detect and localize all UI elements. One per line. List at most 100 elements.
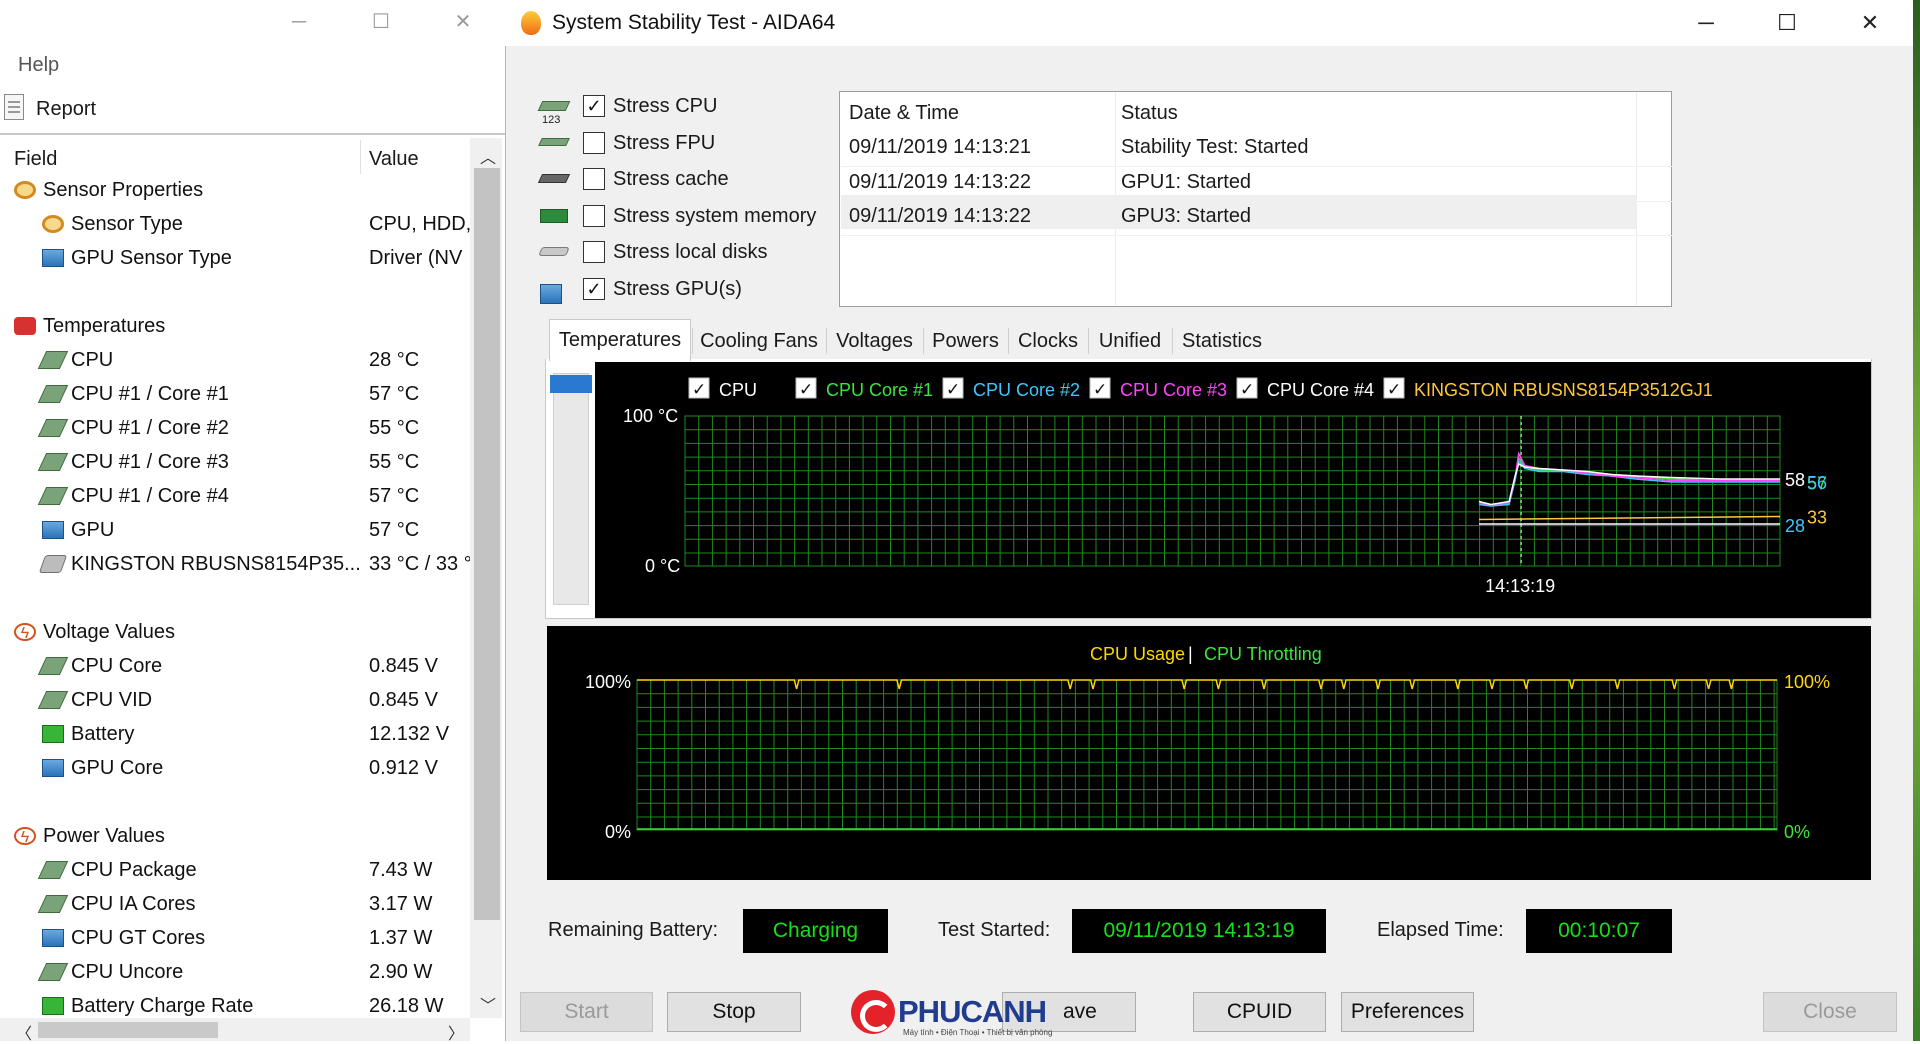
legend-item[interactable]: ✓ CPU Core #3 — [1089, 377, 1227, 400]
sensor-row[interactable]: CPU 28 °C — [0, 343, 470, 377]
sensor-group[interactable]: ϟ Power Values — [0, 819, 470, 853]
sensor-value: 7.43 W — [369, 859, 433, 881]
sensor-row[interactable]: CPU #1 / Core #2 55 °C — [0, 411, 470, 445]
column-header-value[interactable]: Value — [369, 142, 419, 176]
tab-voltages[interactable]: Voltages — [826, 323, 923, 359]
close-button[interactable]: Close — [1763, 992, 1897, 1032]
stress-checkbox[interactable] — [583, 204, 605, 227]
sensor-row[interactable]: CPU #1 / Core #3 55 °C — [0, 445, 470, 479]
legend-item[interactable]: ✓ KINGSTON RBUSNS8154P3512GJ1 — [1383, 377, 1713, 400]
sensor-row[interactable]: CPU GT Cores 1.37 W — [0, 921, 470, 955]
maximize-icon[interactable]: ☐ — [356, 6, 406, 38]
tab-unified[interactable]: Unified — [1088, 323, 1172, 359]
log-status[interactable]: GPU1: Started — [1121, 171, 1251, 194]
stress-checkbox[interactable] — [583, 131, 605, 154]
stress-checkbox[interactable] — [583, 168, 605, 190]
sensor-row[interactable]: CPU VID 0.845 V — [0, 683, 470, 717]
sensor-value: Driver (NV — [369, 247, 463, 269]
legend-item[interactable]: ✓ CPU Core #1 — [795, 377, 933, 400]
log-date[interactable]: 09/11/2019 14:13:22 — [849, 171, 1031, 194]
sensor-row[interactable]: CPU IA Cores 3.17 W — [0, 887, 470, 921]
preferences-button[interactable]: Preferences — [1341, 992, 1474, 1032]
sensor-group[interactable]: Sensor Properties — [0, 173, 470, 207]
graph-slider-thumb[interactable] — [550, 375, 592, 393]
sensor-row[interactable]: Battery 12.132 V — [0, 717, 470, 751]
sensor-row[interactable]: Sensor Type CPU, HDD, — [0, 207, 472, 241]
legend-item[interactable]: ✓ CPU — [688, 377, 757, 400]
log-status[interactable]: Stability Test: Started — [1121, 136, 1309, 159]
tab-clocks[interactable]: Clocks — [1008, 323, 1088, 359]
hscrollbar-thumb[interactable] — [38, 1022, 218, 1038]
log-date[interactable]: 09/11/2019 14:13:21 — [849, 136, 1031, 159]
column-divider — [360, 140, 361, 174]
log-date[interactable]: 09/11/2019 14:13:22 — [849, 205, 1031, 228]
minimize-icon[interactable]: ─ — [1678, 6, 1734, 40]
gpu-icon — [42, 249, 64, 267]
sensor-row[interactable]: CPU Uncore 2.90 W — [0, 955, 470, 989]
scroll-up-icon[interactable]: ︿ — [480, 144, 496, 168]
disk-icon — [38, 555, 68, 573]
close-icon[interactable]: ✕ — [1842, 6, 1898, 40]
close-icon[interactable]: ✕ — [438, 6, 488, 38]
sensor-label: CPU IA Cores — [71, 893, 196, 915]
maximize-icon[interactable]: ☐ — [1759, 6, 1815, 40]
chip-icon — [37, 453, 69, 471]
scrollbar-thumb[interactable] — [474, 168, 500, 920]
sensor-row[interactable]: GPU Core 0.912 V — [0, 751, 470, 785]
sensor-group[interactable]: Temperatures — [0, 309, 470, 343]
chip-icon — [37, 861, 69, 879]
sensor-group[interactable]: ϟ Voltage Values — [0, 615, 470, 649]
cpuid-button[interactable]: CPUID — [1193, 992, 1326, 1032]
tab-cooling-fans[interactable]: Cooling Fans — [692, 323, 826, 359]
stress-option[interactable]: 123 Stress FPU — [538, 114, 828, 160]
stress-option[interactable]: Stress system memory — [538, 199, 828, 233]
tab-temperatures[interactable]: Temperatures — [549, 319, 691, 361]
sensor-label: CPU — [71, 349, 114, 371]
bolt-icon: ϟ — [14, 623, 36, 642]
stress-checkbox[interactable]: ✓ — [583, 95, 605, 117]
sensor-value: 57 °C — [369, 383, 420, 405]
column-header-field[interactable]: Field — [14, 142, 57, 176]
stress-option[interactable]: Stress cache — [537, 162, 828, 196]
sensor-value: 57 °C — [369, 519, 420, 541]
report-icon — [4, 94, 24, 120]
scroll-right-icon[interactable]: 〉 — [448, 1020, 464, 1044]
y-left-bottom-label: 0% — [605, 822, 631, 842]
log-header-status[interactable]: Status — [1121, 102, 1178, 125]
sensor-row[interactable]: CPU #1 / Core #1 57 °C — [0, 377, 470, 411]
gpu-icon — [42, 521, 64, 539]
graph-slider[interactable] — [553, 373, 589, 605]
title-separator: | — [1188, 644, 1193, 664]
scroll-left-icon[interactable]: 〈 — [16, 1020, 32, 1044]
legend-item[interactable]: ✓ CPU Core #2 — [942, 377, 1080, 400]
legend-label: CPU Core #2 — [973, 380, 1080, 400]
legend-item[interactable]: ✓ CPU Core #4 — [1236, 377, 1374, 400]
sensor-row[interactable]: CPU #1 / Core #4 57 °C — [0, 479, 470, 513]
sensor-row[interactable]: CPU Core 0.845 V — [0, 649, 470, 683]
sensor-value: CPU, HDD, — [369, 213, 472, 235]
sensor-row[interactable]: CPU Package 7.43 W — [0, 853, 470, 887]
report-button[interactable]: Report — [36, 98, 96, 121]
menu-help[interactable]: Help — [18, 54, 59, 77]
log-status[interactable]: GPU3: Started — [1121, 205, 1251, 228]
log-header-date[interactable]: Date & Time — [849, 102, 959, 125]
sensor-row[interactable]: KINGSTON RBUSNS8154P35... 33 °C / 33 ° — [0, 547, 472, 581]
tab-powers[interactable]: Powers — [923, 323, 1008, 359]
scroll-down-icon[interactable]: ﹀ — [480, 992, 496, 1016]
sensor-row[interactable]: GPU Sensor Type Driver (NV — [0, 241, 470, 275]
minimize-icon[interactable]: ─ — [274, 6, 324, 38]
stress-checkbox[interactable]: ✓ — [583, 277, 605, 300]
stress-option[interactable]: ✓ Stress GPU(s) — [538, 272, 828, 306]
sensor-value: 55 °C — [369, 417, 420, 439]
stress-option[interactable]: Stress local disks — [538, 235, 828, 269]
tab-statistics[interactable]: Statistics — [1172, 323, 1272, 359]
stress-option[interactable]: ✓ Stress CPU — [537, 89, 828, 123]
sensor-row[interactable]: GPU 57 °C — [0, 513, 470, 547]
start-button[interactable]: Start — [520, 992, 653, 1032]
stress-label: Stress system memory — [613, 204, 817, 227]
sensor-value: 55 °C — [369, 451, 420, 473]
sensor-label: Battery — [71, 723, 135, 745]
stop-button[interactable]: Stop — [667, 992, 801, 1032]
stress-label: Stress local disks — [613, 241, 768, 263]
stress-checkbox[interactable] — [583, 241, 605, 263]
